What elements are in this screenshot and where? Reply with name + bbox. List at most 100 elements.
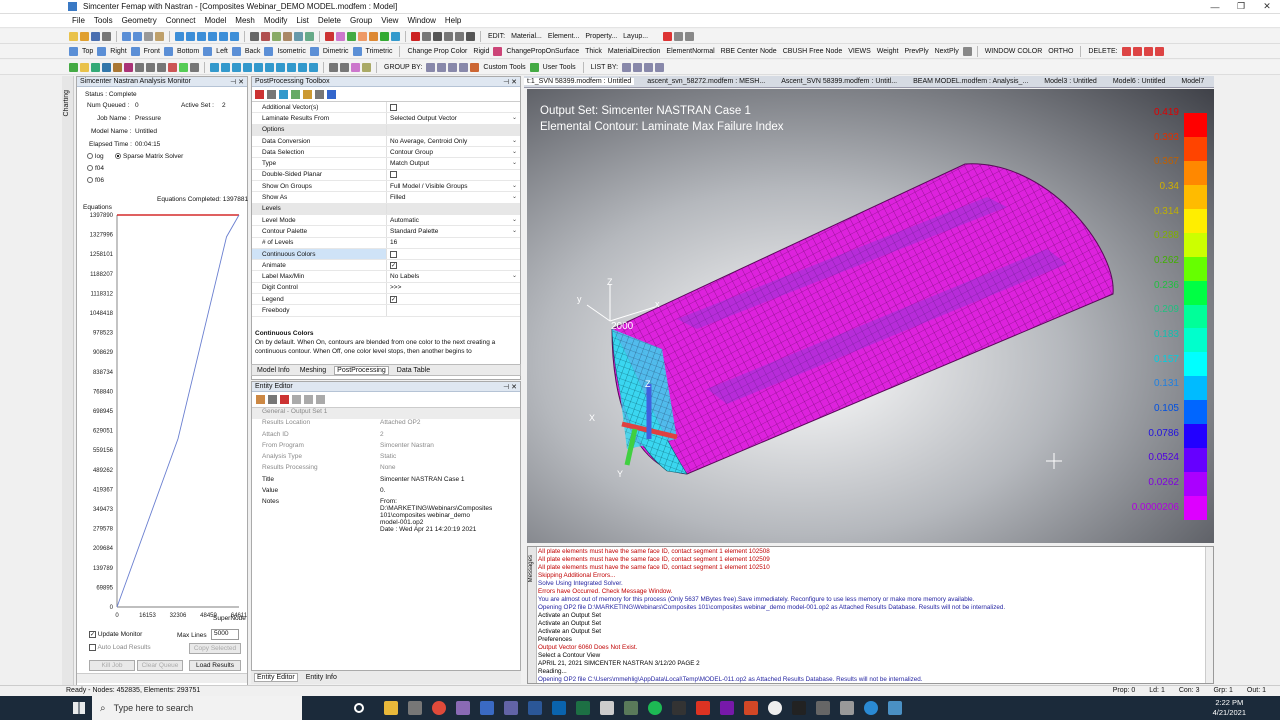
move-icon[interactable] <box>221 62 230 72</box>
point-icon[interactable] <box>124 62 133 72</box>
doctab-3[interactable]: Ascent_SVN 58399.modfem : Untitl... <box>778 78 900 85</box>
chevron-down-icon[interactable]: ⌄ <box>511 183 518 190</box>
autoscale-icon[interactable] <box>208 31 217 41</box>
view-top-button[interactable]: Top <box>82 48 93 55</box>
ppt-row[interactable]: Show As Filled ⌄ <box>252 192 520 204</box>
view-right-button[interactable]: Right <box>110 48 126 55</box>
undo-icon[interactable] <box>122 31 131 41</box>
window-color-button[interactable]: WINDOW COLOR <box>985 48 1043 55</box>
ee-sort-icon[interactable] <box>316 395 325 404</box>
ppt-settings-icon[interactable] <box>327 89 336 99</box>
check-icon[interactable] <box>329 62 338 72</box>
chrome-icon[interactable] <box>432 701 446 715</box>
ee-row[interactable]: Value 0. <box>252 487 520 498</box>
labels-icon[interactable] <box>283 31 292 41</box>
material-direction-button[interactable]: MaterialDirection <box>608 48 661 55</box>
workplane-icon[interactable] <box>444 31 453 41</box>
view-select-icon[interactable] <box>250 31 259 41</box>
list-4-icon[interactable] <box>655 62 665 72</box>
scale-icon[interactable] <box>254 62 263 72</box>
view-isometric-button[interactable]: Isometric <box>277 48 305 55</box>
femap2-icon[interactable] <box>480 701 494 715</box>
copy-icon[interactable] <box>144 31 153 41</box>
ppt-vector-icon[interactable] <box>279 89 288 99</box>
view-dimetric-icon[interactable] <box>309 46 319 56</box>
app-icon-11[interactable] <box>624 701 638 715</box>
ee-list-icon[interactable] <box>304 395 313 404</box>
thick-button[interactable]: Thick <box>585 48 602 55</box>
tab-meshing[interactable]: Meshing <box>298 367 328 374</box>
ppt-row[interactable]: Legend ✓ <box>252 294 520 306</box>
spotify-icon[interactable] <box>648 701 662 715</box>
delete-node-icon[interactable] <box>1121 46 1131 56</box>
view-back-button[interactable]: Back <box>245 48 261 55</box>
outlook-icon[interactable] <box>552 701 566 715</box>
window-close-icon[interactable] <box>663 31 673 41</box>
ppt-row-value[interactable]: Filled ⌄ <box>387 192 520 202</box>
ppt-row-value[interactable] <box>387 249 520 259</box>
cbush-free-node-button[interactable]: CBUSH Free Node <box>783 48 843 55</box>
tab-entity-editor[interactable]: Entity Editor <box>254 673 298 682</box>
ppt-row-value[interactable]: >>> <box>387 283 520 293</box>
ppt-row[interactable]: Double-Sided Planar <box>252 169 520 182</box>
view-top-icon[interactable] <box>69 46 78 56</box>
charting-strip[interactable]: Charting <box>62 76 74 686</box>
rotate-icon[interactable] <box>175 31 184 41</box>
calculator-icon[interactable] <box>408 701 422 715</box>
close-button[interactable]: ✕ <box>1254 1 1280 12</box>
view-dimetric-button[interactable]: Dimetric <box>323 48 349 55</box>
ppt-row-value[interactable] <box>387 305 520 315</box>
messages-side-tab[interactable]: Messages <box>528 547 537 683</box>
ppt-contour-icon[interactable] <box>255 89 264 99</box>
view-front-icon[interactable] <box>130 46 140 56</box>
ppt-row-value[interactable]: Contour Group ⌄ <box>387 147 520 157</box>
doctab-5[interactable]: Model3 : Untitled <box>1041 78 1100 85</box>
list-1-icon[interactable] <box>622 62 632 72</box>
window-restore-icon[interactable] <box>674 31 684 41</box>
max-lines-input[interactable]: 5000 <box>211 629 239 640</box>
radio-log[interactable]: log <box>87 153 104 160</box>
chevron-down-icon[interactable]: ⌄ <box>511 228 518 235</box>
ee-delete-icon[interactable] <box>280 395 289 404</box>
contour-icon[interactable] <box>369 31 378 41</box>
doctab-2[interactable]: ascent_svn_58272.modfem : MESH... <box>644 78 768 85</box>
group-3-icon[interactable] <box>448 62 458 72</box>
menu-group[interactable]: Group <box>350 16 372 25</box>
node-icon[interactable] <box>146 62 155 72</box>
menu-mesh[interactable]: Mesh <box>235 16 255 25</box>
deform-icon[interactable] <box>380 31 389 41</box>
monitor-scrollbar[interactable] <box>77 673 247 683</box>
messages-scrollbar[interactable] <box>1205 547 1213 683</box>
ee-row[interactable]: Title Simcenter NASTRAN Case 1 <box>252 476 520 487</box>
custom-tools-button[interactable]: Custom Tools <box>483 64 525 71</box>
ppt-row[interactable]: Levels <box>252 203 520 215</box>
grid-icon[interactable] <box>294 31 303 41</box>
copy-selected-button[interactable]: Copy Selected <box>189 643 241 654</box>
ppt-row-checkbox[interactable] <box>390 103 397 111</box>
ppt-row-value[interactable]: Standard Palette ⌄ <box>387 226 520 236</box>
view-back-icon[interactable] <box>231 46 241 56</box>
menu-window[interactable]: Window <box>407 16 435 25</box>
acrobat-icon[interactable] <box>696 701 710 715</box>
layers-icon[interactable] <box>305 31 314 41</box>
update-monitor-checkbox[interactable]: ✓ Update Monitor <box>89 631 142 638</box>
list-3-icon[interactable] <box>644 62 654 72</box>
stop-icon[interactable] <box>325 31 334 41</box>
powerpoint-icon[interactable] <box>744 701 758 715</box>
ee-row[interactable]: Analysis Type Static <box>252 453 520 464</box>
copy-entity-icon[interactable] <box>232 62 241 72</box>
renumber-icon[interactable] <box>340 62 349 72</box>
view-trimetric-icon[interactable] <box>352 46 362 56</box>
radio-f04[interactable]: f04 <box>87 165 104 172</box>
ppt-row-value[interactable]: 16 <box>387 238 520 248</box>
view-bottom-icon[interactable] <box>163 46 173 56</box>
radio-sparse-solver[interactable]: Sparse Matrix Solver <box>115 153 183 160</box>
ppt-row-value[interactable]: Match Output ⌄ <box>387 158 520 168</box>
charting-tab[interactable]: Charting <box>63 90 70 116</box>
graphics-viewport[interactable]: Z y x 2000 Z X Y <box>527 89 1214 543</box>
ppt-row[interactable]: Data Conversion No Average, Centroid Only… <box>252 135 520 148</box>
ppt-row-checkbox[interactable]: ✓ <box>390 295 397 303</box>
change-prop-on-surface-button[interactable]: ChangePropOnSurface <box>506 48 579 55</box>
ppt-row-value[interactable]: Automatic ⌄ <box>387 215 520 225</box>
menu-geometry[interactable]: Geometry <box>122 16 157 25</box>
